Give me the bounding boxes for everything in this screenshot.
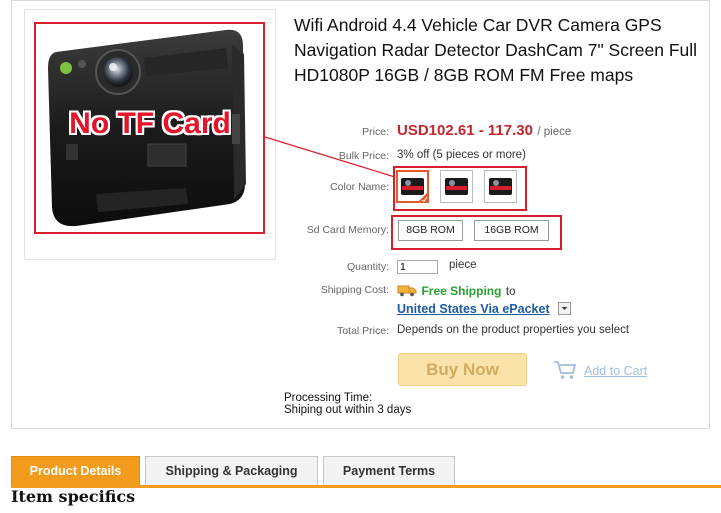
tab-shipping-packaging[interactable]: Shipping & Packaging xyxy=(145,456,318,486)
item-specifics-heading: Item specifics xyxy=(11,487,136,506)
memory-option-16gb[interactable]: 16GB ROM xyxy=(474,220,549,241)
memory-option-8gb[interactable]: 8GB ROM xyxy=(398,220,463,241)
color-swatch-2[interactable] xyxy=(440,170,473,203)
price-unit: / piece xyxy=(537,126,572,138)
shipping-destination-row: United States Via ePacket xyxy=(397,300,572,318)
price-label: Price: xyxy=(362,126,389,138)
product-title: Wifi Android 4.4 Vehicle Car DVR Camera … xyxy=(294,15,698,85)
buy-now-button[interactable]: Buy Now xyxy=(398,353,527,386)
total-price-value: Depends on the product properties you se… xyxy=(397,324,630,336)
quantity-unit: piece xyxy=(449,259,477,271)
chevron-down-icon xyxy=(561,307,568,310)
add-to-cart-link[interactable]: Add to Cart xyxy=(584,364,647,378)
processing-time-value: Shiping out within 3 days xyxy=(284,404,412,416)
color-swatch-3[interactable] xyxy=(484,170,517,203)
truck-icon xyxy=(397,285,417,297)
bulk-price-value: 3% off (5 pieces or more) xyxy=(397,149,526,161)
free-shipping-text: Free Shipping xyxy=(421,284,502,298)
sd-memory-label: Sd Card Memory: xyxy=(306,224,389,236)
shipping-dropdown-icon[interactable] xyxy=(558,302,572,315)
tab-payment-terms[interactable]: Payment Terms xyxy=(323,456,455,486)
color-swatch-1[interactable] xyxy=(396,170,429,203)
tab-product-details[interactable]: Product Details xyxy=(11,456,140,486)
shipping-to-text: to xyxy=(505,286,516,298)
price-row: USD102.61 - 117.30 / piece xyxy=(397,122,571,140)
color-name-label: Color Name: xyxy=(330,181,389,193)
total-price-label: Total Price: xyxy=(337,325,389,337)
bulk-price-label: Bulk Price: xyxy=(338,150,389,162)
selected-check-icon xyxy=(418,192,428,202)
shipping-destination-link[interactable]: United States Via ePacket xyxy=(397,302,550,316)
shipping-row: Free Shipping to xyxy=(397,282,516,300)
shipping-cost-label: Shipping Cost: xyxy=(320,284,389,296)
dashcam-thumb-icon xyxy=(445,178,468,195)
price-value: USD102.61 - 117.30 xyxy=(397,122,533,139)
cart-icon[interactable] xyxy=(553,360,577,380)
quantity-input[interactable] xyxy=(397,260,438,274)
dashcam-thumb-icon xyxy=(489,178,512,195)
quantity-label: Quantity: xyxy=(346,261,389,273)
